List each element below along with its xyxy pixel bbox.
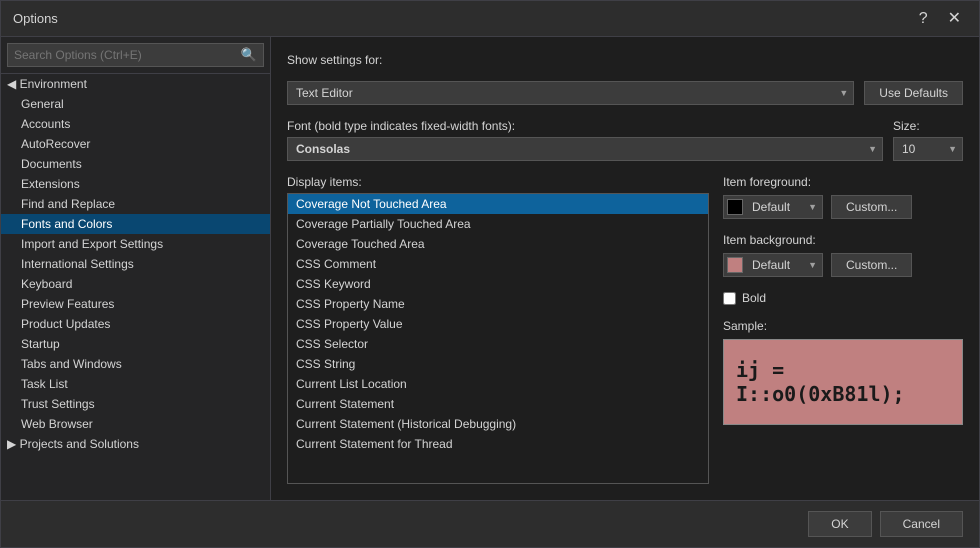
sample-code: ij = I::o0(0xB81l); [736,358,950,406]
show-settings-select-wrapper[interactable]: Text Editor [287,81,854,105]
bold-checkbox[interactable] [723,292,736,305]
sidebar-item-environment[interactable]: ◀ Environment [1,74,270,94]
sidebar-item-projects-solutions[interactable]: ▶ Projects and Solutions [1,434,270,454]
sidebar-item-keyboard[interactable]: Keyboard [1,274,270,294]
bg-select-wrapper[interactable]: Default [723,253,823,277]
sidebar-item-task-list[interactable]: Task List [1,374,270,394]
list-item[interactable]: CSS Keyword [288,274,708,294]
sidebar-item-trust-settings[interactable]: Trust Settings [1,394,270,414]
search-icon: 🔍 [241,47,257,63]
sidebar-item-find-replace[interactable]: Find and Replace [1,194,270,214]
title-bar-controls: ? ✕ [913,9,967,29]
sidebar-item-tabs-windows[interactable]: Tabs and Windows [1,354,270,374]
size-section: Size: 10 [893,119,963,161]
bg-color-swatch [727,257,743,273]
fg-custom-button[interactable]: Custom... [831,195,912,219]
search-box: 🔍 [1,37,270,74]
fg-color-swatch [727,199,743,215]
display-items-label: Display items: [287,175,709,189]
sidebar-item-autorecover[interactable]: AutoRecover [1,134,270,154]
help-button[interactable]: ? [913,9,934,29]
show-settings-select[interactable]: Text Editor [287,81,854,105]
footer: OK Cancel [1,500,979,547]
sidebar-item-startup[interactable]: Startup [1,334,270,354]
bg-label: Item background: [723,233,963,247]
sidebar-item-web-browser[interactable]: Web Browser [1,414,270,434]
tree-area: ◀ EnvironmentGeneralAccountsAutoRecoverD… [1,74,270,500]
sample-box: ij = I::o0(0xB81l); [723,339,963,425]
sidebar-item-product-updates[interactable]: Product Updates [1,314,270,334]
bg-color-row: Default Custom... [723,253,963,277]
list-item[interactable]: CSS Property Name [288,294,708,314]
fg-label: Item foreground: [723,175,963,189]
search-input-wrapper[interactable]: 🔍 [7,43,264,67]
list-item[interactable]: CSS String [288,354,708,374]
sidebar-item-preview-features[interactable]: Preview Features [1,294,270,314]
fg-select-wrapper[interactable]: Default [723,195,823,219]
fg-color-row: Default Custom... [723,195,963,219]
display-items-list: Coverage Not Touched AreaCoverage Partia… [287,193,709,484]
fg-group: Item foreground: Default Custom... [723,175,963,219]
bg-custom-button[interactable]: Custom... [831,253,912,277]
display-items-left: Display items: Coverage Not Touched Area… [287,175,709,484]
font-select[interactable]: Consolas [287,137,883,161]
list-item[interactable]: Coverage Touched Area [288,234,708,254]
use-defaults-button[interactable]: Use Defaults [864,81,963,105]
show-settings-value-row: Text Editor Use Defaults [287,81,963,105]
sidebar-item-accounts[interactable]: Accounts [1,114,270,134]
list-item[interactable]: Current Statement (Historical Debugging) [288,414,708,434]
list-item[interactable]: CSS Property Value [288,314,708,334]
list-item[interactable]: Current Statement for Thread [288,434,708,454]
display-items-right: Item foreground: Default Custom... [723,175,963,484]
search-input[interactable] [14,48,241,62]
main-panel: Show settings for: Text Editor Use Defau… [271,37,979,500]
display-items-section: Display items: Coverage Not Touched Area… [287,175,963,484]
sample-section: Sample: ij = I::o0(0xB81l); [723,319,963,425]
options-dialog: Options ? ✕ 🔍 ◀ EnvironmentGeneralAccoun… [0,0,980,548]
list-item[interactable]: Current Statement [288,394,708,414]
list-item[interactable]: CSS Selector [288,334,708,354]
sidebar: 🔍 ◀ EnvironmentGeneralAccountsAutoRecove… [1,37,271,500]
bg-group: Item background: Default Custom... [723,233,963,277]
size-select-wrapper[interactable]: 10 [893,137,963,161]
cancel-button[interactable]: Cancel [880,511,963,537]
font-section: Font (bold type indicates fixed-width fo… [287,119,883,161]
show-settings-row: Show settings for: [287,53,963,67]
bold-row: Bold [723,291,963,305]
sidebar-item-import-export[interactable]: Import and Export Settings [1,234,270,254]
font-select-wrapper[interactable]: Consolas [287,137,883,161]
list-item[interactable]: Coverage Partially Touched Area [288,214,708,234]
size-label: Size: [893,119,963,133]
list-item[interactable]: Coverage Not Touched Area [288,194,708,214]
ok-button[interactable]: OK [808,511,871,537]
sample-label: Sample: [723,319,963,333]
font-row: Font (bold type indicates fixed-width fo… [287,119,963,161]
content-area: 🔍 ◀ EnvironmentGeneralAccountsAutoRecove… [1,37,979,500]
sidebar-item-fonts-colors[interactable]: Fonts and Colors [1,214,270,234]
dialog-title: Options [13,11,58,26]
sidebar-item-general[interactable]: General [1,94,270,114]
font-label: Font (bold type indicates fixed-width fo… [287,119,883,133]
title-bar: Options ? ✕ [1,1,979,37]
size-select[interactable]: 10 [893,137,963,161]
list-item[interactable]: CSS Comment [288,254,708,274]
sidebar-item-international[interactable]: International Settings [1,254,270,274]
sidebar-item-extensions[interactable]: Extensions [1,174,270,194]
list-item[interactable]: Current List Location [288,374,708,394]
show-settings-label: Show settings for: [287,53,382,67]
bold-label: Bold [742,291,766,305]
close-button[interactable]: ✕ [942,9,967,29]
sidebar-item-documents[interactable]: Documents [1,154,270,174]
